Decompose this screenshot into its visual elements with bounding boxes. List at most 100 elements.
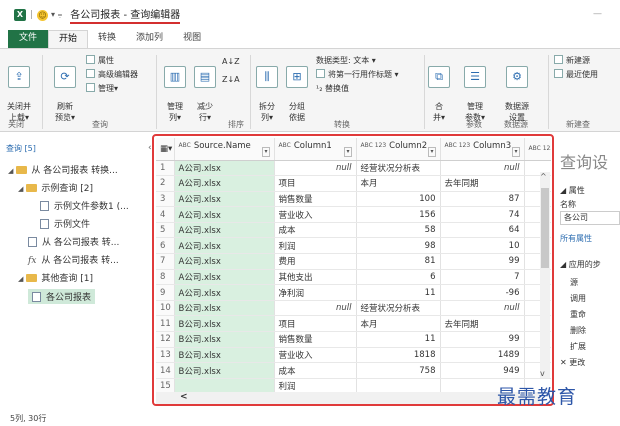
sort-ascending-button[interactable]: A↓Z [222,57,240,66]
split-column-label: 拆分 列▾ [259,102,275,122]
sort-descending-button[interactable]: Z↓A [222,75,240,84]
tab-home[interactable]: 开始 [48,30,89,48]
folder-label: 示例查询 [2] [41,184,94,194]
replace-values-label: 替换值 [324,84,349,93]
ribbon-tabs: 文件 开始 转换 添加列 视图 [0,30,620,48]
properties-icon [86,55,95,64]
first-row-header-label: 将第一行用作标题 ▾ [328,70,399,79]
data-source-settings-button[interactable]: ⚙ 数据源 设置 [500,55,534,123]
group-by-button[interactable]: ⊞ 分组 依据 [284,55,310,123]
data-source-settings-icon: ⚙ [506,66,528,88]
advanced-editor-icon [86,69,95,78]
query-folder-sample-queries[interactable]: ◢ 示例查询 [2] [18,181,93,194]
table-icon [32,292,41,302]
split-column-button[interactable]: ⫼ 拆分 列▾ [256,55,278,123]
applied-step-current[interactable]: ✕ 更改 [560,357,585,368]
divider [250,55,251,129]
recent-sources-button[interactable]: 最近使用 [554,69,598,80]
collapse-arrow-icon: ◢ [8,167,14,175]
folder-icon [16,166,28,174]
folder-label: 其他查询 [1] [41,274,94,284]
excel-app-icon: X [14,9,26,21]
query-folder-other[interactable]: ◢ 其他查询 [1] [18,271,93,284]
query-item-transform-function[interactable]: fx 从 各公司报表 转... [28,253,119,266]
reduce-rows-label: 减少 行▾ [197,102,213,122]
manage-columns-button[interactable]: ▥ 管理 列▾ [162,55,188,123]
applied-step[interactable]: 源 [570,277,578,288]
manage-parameters-button[interactable]: ☰ 管理 参数▾ [460,55,490,123]
query-name-field[interactable]: 各公司 [560,211,620,225]
replace-values-button[interactable]: ¹₂ 替换值 [316,83,349,94]
applied-steps-heading: 应用的步 [568,260,601,269]
properties-button[interactable]: 属性 [86,55,114,66]
group-by-icon: ⊞ [286,66,308,88]
applied-step[interactable]: 扩展 [570,341,586,352]
group-label-query: 查询 [92,120,108,129]
new-source-icon [554,55,563,64]
new-source-button[interactable]: 新建源 [554,55,590,66]
highlight-outline [152,134,554,406]
recent-sources-icon [554,69,563,78]
folder-label: 从 各公司报表 转换... [31,166,118,176]
group-label-close: 关闭 [8,120,24,129]
tab-file[interactable]: 文件 [8,30,49,48]
new-source-label: 新建源 [566,56,590,65]
refresh-preview-button[interactable]: ⟳ 刷新 预览▾ [48,55,82,123]
queries-pane-header[interactable]: 查询 [5] [6,143,36,154]
query-item-sample-file[interactable]: 示例文件 [40,217,90,230]
applied-step[interactable]: 调用 [570,293,586,304]
divider [42,55,43,129]
folder-icon [26,184,38,192]
collapse-arrow-icon: ◢ [18,185,24,193]
query-item-company-reports[interactable]: 各公司报表 [28,289,96,304]
query-label: 从 各公司报表 转... [41,256,119,266]
tab-transform[interactable]: 转换 [88,30,126,48]
split-column-icon: ⫼ [256,66,278,88]
manage-label: 管理▾ [98,84,119,93]
reduce-rows-button[interactable]: ▤ 减少 行▾ [192,55,218,123]
applied-step[interactable]: 重命 [570,309,586,320]
divider [424,55,425,129]
name-label: 名称 [560,200,576,209]
divider [156,55,157,129]
query-settings-title: 查询设 [560,153,609,172]
title-bar: X | ☺ ▾ ⩦ 各公司报表 - 查询编辑器 — [0,0,620,30]
manage-columns-icon: ▥ [164,66,186,88]
ribbon: ⇪ 关闭并 上载▾ 关闭 ⟳ 刷新 预览▾ 属性 高级编辑器 管理▾ 查询 ▥ … [0,48,620,132]
recent-sources-label: 最近使用 [566,70,598,79]
refresh-icon: ⟳ [54,66,76,88]
properties-heading: 属性 [568,186,585,195]
data-type-dropdown[interactable]: 数据类型: 文本 ▾ [316,55,376,66]
combine-button[interactable]: ⧉ 合 并▾ [428,55,450,123]
manage-icon [86,83,95,92]
properties-label: 属性 [98,56,114,65]
query-item-transform-sample[interactable]: 从 各公司报表 转... [28,235,119,248]
all-properties-link[interactable]: 所有属性 [560,233,592,244]
smiley-icon[interactable]: ☺ [37,9,49,21]
group-label-sort: 排序 [228,120,244,129]
tab-add-column[interactable]: 添加列 [126,30,173,48]
query-folder-transform-from[interactable]: ◢ 从 各公司报表 转换... [8,163,118,176]
quick-access-dropdown-icon[interactable]: ▾ ⩦ [51,10,62,20]
combine-icon: ⧉ [428,66,450,88]
manage-button[interactable]: 管理▾ [86,83,118,94]
advanced-editor-button[interactable]: 高级编辑器 [86,69,138,80]
query-label: 从 各公司报表 转... [42,238,120,248]
minimize-button[interactable]: — [593,9,602,19]
function-icon: fx [28,256,37,266]
manage-columns-label: 管理 列▾ [167,102,183,122]
close-and-load-button[interactable]: ⇪ 关闭并 上载▾ [2,55,36,123]
tab-view[interactable]: 视图 [173,30,211,48]
group-label-datasource: 数据源 [504,120,528,129]
advanced-editor-label: 高级编辑器 [98,70,138,79]
group-label-new-query: 新建查 [566,120,590,129]
reduce-rows-icon: ▤ [194,66,216,88]
applied-step[interactable]: 删除 [570,325,586,336]
use-first-row-as-headers-button[interactable]: 将第一行用作标题 ▾ [316,69,399,80]
refresh-preview-label: 刷新 预览▾ [54,102,75,122]
query-item-sample-file-parameter[interactable]: 示例文件参数1 (... [40,199,129,212]
close-and-load-icon: ⇪ [8,66,30,88]
queries-pane: 查询 [5] ‹ ◢ 从 各公司报表 转换... ◢ 示例查询 [2] 示例文件参数… [0,133,155,413]
properties-section-header[interactable]: ◢ 属性 [560,185,585,196]
applied-steps-header[interactable]: ◢ 应用的步 [560,259,601,270]
